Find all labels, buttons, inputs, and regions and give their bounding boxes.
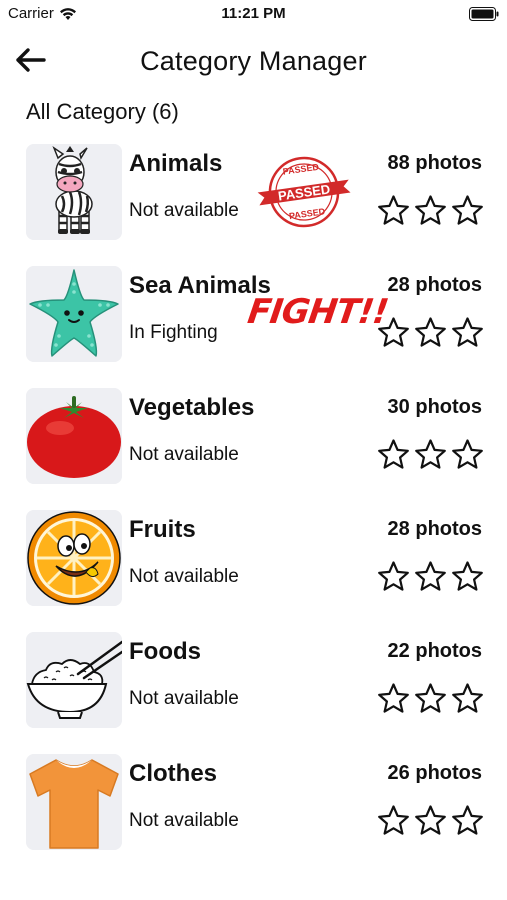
star-icon[interactable] [414, 194, 447, 227]
rating-stars [377, 682, 484, 715]
fight-label: FIGHT!! [245, 292, 391, 332]
rating-stars [377, 194, 484, 227]
photo-count: 28 photos [387, 518, 482, 540]
star-icon[interactable] [414, 682, 447, 715]
status-time: 11:21 PM [221, 5, 286, 22]
category-thumbnail [26, 632, 122, 728]
star-icon[interactable] [451, 560, 484, 593]
category-status: In Fighting [129, 322, 218, 343]
star-icon[interactable] [451, 682, 484, 715]
star-icon[interactable] [451, 316, 484, 349]
category-status: Not available [129, 200, 239, 221]
stamp-top-text: PASSED [282, 162, 320, 177]
starfish-icon [26, 266, 122, 362]
category-status: Not available [129, 688, 239, 709]
orange-icon [26, 510, 122, 606]
photo-count: 28 photos [387, 274, 482, 296]
star-icon[interactable] [451, 804, 484, 837]
star-icon[interactable] [377, 438, 410, 471]
status-bar: Carrier 11:21 PM [0, 0, 507, 28]
rating-stars [377, 804, 484, 837]
star-icon[interactable] [414, 316, 447, 349]
category-name: Fruits [129, 516, 196, 543]
battery-icon [469, 7, 499, 21]
rice-bowl-icon [26, 632, 122, 728]
category-status: Not available [129, 810, 239, 831]
category-status: Not available [129, 566, 239, 587]
category-name: Animals [129, 150, 223, 177]
star-icon[interactable] [377, 560, 410, 593]
passed-stamp: PASSED PASSED PASSED [257, 156, 351, 228]
category-name: Clothes [129, 760, 218, 787]
navigation-bar: Category Manager [0, 38, 507, 86]
category-row-clothes[interactable]: Clothes Not available 26 photos [0, 752, 507, 852]
photo-count: 88 photos [387, 152, 482, 174]
star-icon[interactable] [451, 194, 484, 227]
stamp-banner-text: PASSED [277, 181, 331, 203]
photo-count: 22 photos [387, 640, 482, 662]
category-row-fruits[interactable]: Fruits Not available 28 photos [0, 508, 507, 608]
tomato-icon [26, 388, 122, 484]
category-row-vegetables[interactable]: Vegetables Not available 30 photos [0, 386, 507, 486]
rating-stars [377, 316, 484, 349]
category-thumbnail [26, 144, 122, 240]
category-thumbnail [26, 754, 122, 850]
star-icon[interactable] [377, 804, 410, 837]
category-status: Not available [129, 444, 239, 465]
star-icon[interactable] [414, 804, 447, 837]
category-thumbnail [26, 388, 122, 484]
star-icon[interactable] [414, 560, 447, 593]
rating-stars [377, 438, 484, 471]
star-icon[interactable] [377, 194, 410, 227]
category-row-animals[interactable]: Animals Not available 88 photos PASSED P… [0, 142, 507, 242]
photo-count: 30 photos [387, 396, 482, 418]
stamp-bottom-text: PASSED [288, 206, 326, 221]
section-title: All Category (6) [26, 99, 179, 124]
star-icon[interactable] [451, 438, 484, 471]
category-name: Foods [129, 638, 201, 665]
category-thumbnail [26, 266, 122, 362]
tshirt-icon [26, 754, 122, 850]
category-row-foods[interactable]: Foods Not available 22 photos [0, 630, 507, 730]
category-thumbnail [26, 510, 122, 606]
rating-stars [377, 560, 484, 593]
zebra-icon [26, 144, 122, 240]
category-name: Vegetables [129, 394, 255, 421]
star-icon[interactable] [414, 438, 447, 471]
star-icon[interactable] [377, 682, 410, 715]
page-title: Category Manager [140, 46, 367, 76]
photo-count: 26 photos [387, 762, 482, 784]
